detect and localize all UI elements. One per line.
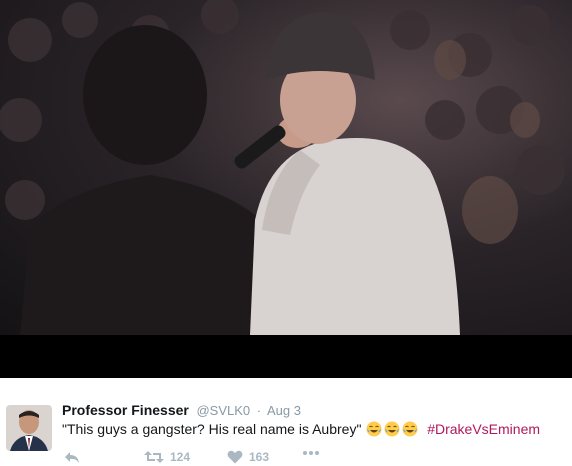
- like-count: 163: [249, 450, 270, 464]
- more-icon: [303, 451, 319, 455]
- tweet: Professor Finesser @SVLK0 · Aug 3 "This …: [0, 378, 572, 464]
- author-full-name[interactable]: Professor Finesser: [62, 402, 189, 418]
- separator: ·: [256, 403, 262, 418]
- reply-icon: [65, 452, 79, 463]
- avatar[interactable]: [6, 405, 52, 451]
- more-button[interactable]: [302, 450, 320, 456]
- photo-letterbox-band: [0, 335, 572, 378]
- tweet-header: Professor Finesser @SVLK0 · Aug 3: [62, 402, 301, 418]
- crying-laughing-emoji-icon: [402, 421, 418, 437]
- hashtag-link[interactable]: #DrakeVsEminem: [427, 421, 540, 437]
- photo-illustration: [0, 0, 565, 335]
- retweet-button[interactable]: 124: [144, 450, 190, 464]
- tweet-photo[interactable]: [0, 0, 572, 335]
- retweet-icon: [144, 451, 164, 463]
- tweet-body: "This guys a gangster? His real name is …: [62, 421, 362, 437]
- tweet-text: "This guys a gangster? His real name is …: [62, 421, 540, 437]
- author-handle[interactable]: @SVLK0: [196, 403, 250, 418]
- crying-laughing-emoji-icon: [366, 421, 382, 437]
- crying-laughing-emoji-icon: [384, 421, 400, 437]
- tweet-date[interactable]: Aug 3: [267, 403, 301, 418]
- retweet-count: 124: [170, 450, 191, 464]
- reply-button[interactable]: [64, 450, 80, 464]
- like-button[interactable]: 163: [227, 450, 269, 464]
- heart-icon: [227, 450, 243, 464]
